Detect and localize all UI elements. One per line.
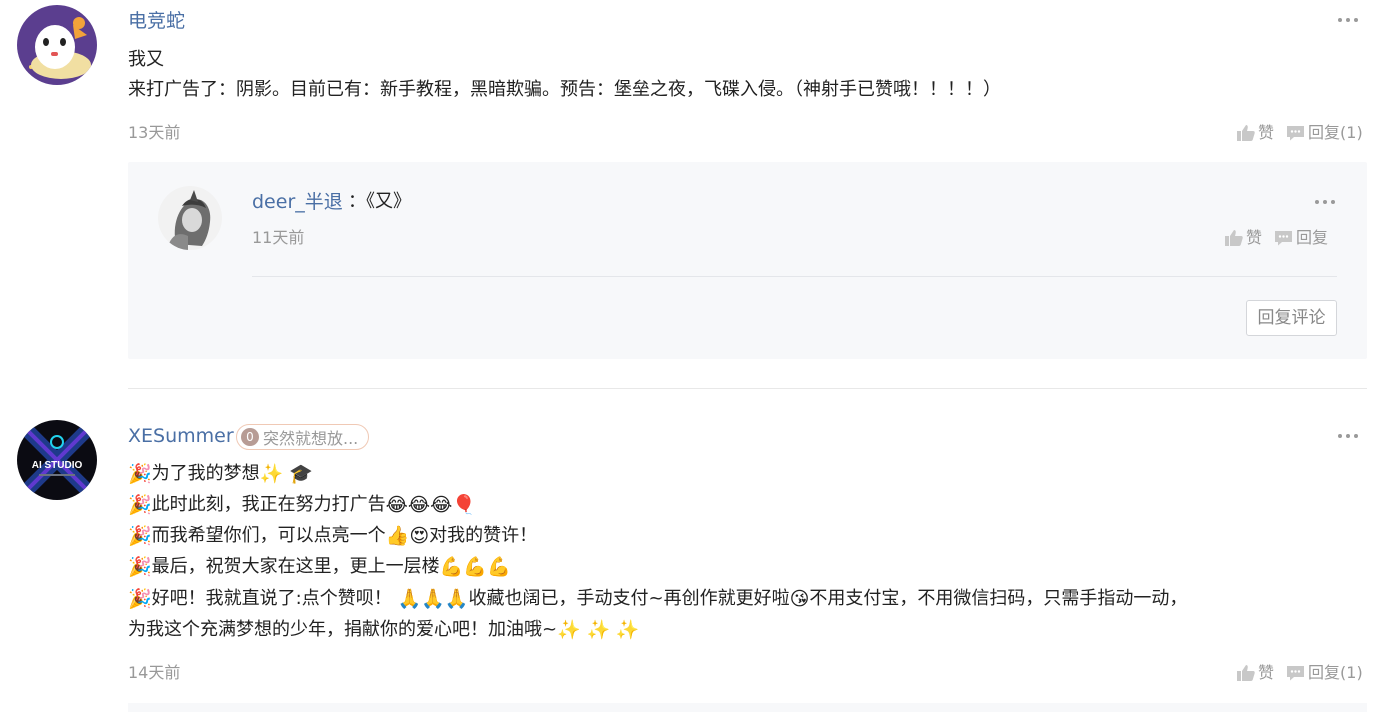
balloon-icon: 🎈	[452, 493, 476, 516]
joy-icon: 😂	[430, 493, 453, 516]
like-button[interactable]: 赞	[1237, 662, 1274, 684]
graduation-cap-icon: 🎓	[289, 462, 313, 485]
reply-button[interactable]: 回复(1)	[1286, 662, 1363, 684]
comment-text-line: 🎉此时此刻，我正在努力打广告😂😂😂🎈	[128, 489, 476, 521]
wink-kiss-icon: 😘	[789, 587, 810, 610]
comment-text-line: 🎉而我希望你们，可以点亮一个👍😍对我的赞许！	[128, 520, 537, 552]
comment-time: 14天前	[128, 663, 181, 682]
comment-text-line: 🎉最后，祝贺大家在这里，更上一层楼💪💪💪	[128, 551, 511, 583]
party-popper-icon: 🎉	[128, 524, 152, 547]
comment-text-line: 🎉为了我的梦想✨ 🎓	[128, 458, 313, 490]
comment-username[interactable]: XESummer	[128, 424, 234, 448]
reply-section	[128, 703, 1367, 712]
muscle-icon: 💪	[439, 555, 464, 578]
comment-item: AI STUDIO XESummer 0 突然就想放... 🎉为了我的梦想✨ 🎓…	[0, 0, 1396, 712]
comment-text-line: 为我这个充满梦想的少年，捐献你的爱心吧！加油哦~✨ ✨ ✨	[128, 614, 640, 646]
pray-icon: 🙏	[444, 587, 469, 610]
sparkles-icon: ✨	[259, 462, 284, 485]
user-badge[interactable]: 0 突然就想放...	[236, 424, 370, 450]
comment-actions: 赞 回复(1)	[1237, 662, 1363, 684]
thumbs-up-icon	[1237, 665, 1255, 681]
pray-icon: 🙏	[421, 587, 445, 610]
party-popper-icon: 🎉	[128, 462, 152, 485]
comment-bubble-icon	[1287, 666, 1305, 681]
reply-label: 回复(1)	[1308, 663, 1363, 682]
pray-icon: 🙏	[397, 587, 422, 610]
sparkles-icon: ✨	[586, 618, 611, 641]
joy-icon: 😂	[385, 493, 408, 516]
badge-text: 突然就想放...	[263, 429, 359, 448]
avatar[interactable]: AI STUDIO	[17, 420, 97, 500]
more-options-icon[interactable]	[1336, 432, 1360, 440]
joy-icon: 😂	[407, 493, 431, 516]
party-popper-icon: 🎉	[128, 587, 152, 610]
party-popper-icon: 🎉	[128, 555, 152, 578]
muscle-icon: 💪	[487, 555, 511, 578]
party-popper-icon: 🎉	[128, 493, 152, 516]
sparkles-icon: ✨	[615, 618, 640, 641]
sparkles-icon: ✨	[557, 618, 581, 641]
comment-text-line: 🎉好吧！我就直说了:点个赞呗！ 🙏🙏🙏收藏也阔已，手动支付~再创作就更好啦😘不用…	[128, 583, 1187, 615]
thumbs-up-icon: 👍	[385, 524, 410, 547]
like-label: 赞	[1258, 663, 1275, 682]
muscle-icon: 💪	[463, 555, 488, 578]
heart-eyes-icon: 😍	[409, 524, 430, 547]
avatar-logo-text: AI STUDIO	[32, 460, 83, 471]
badge-level: 0	[241, 428, 259, 446]
